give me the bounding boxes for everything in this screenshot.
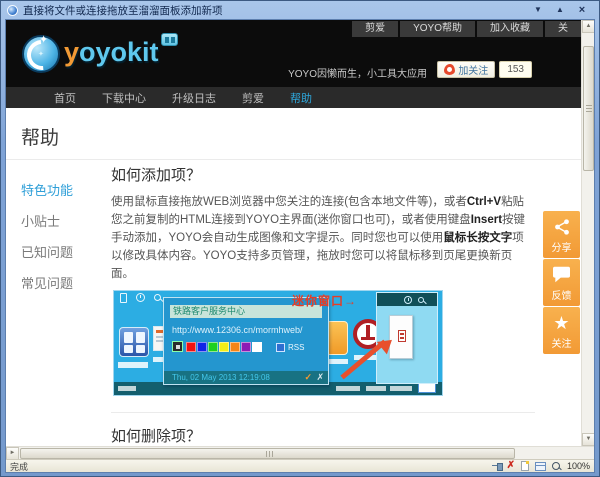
zoom-level[interactable]: 100%	[567, 461, 590, 471]
scroll-up-arrow[interactable]: ▲	[582, 20, 594, 33]
color-swatch	[219, 341, 229, 352]
app-screenshot-image: 铁路客户服务中心 http://www.12306.cn/mormhweb/ R…	[113, 290, 443, 396]
edit-item-dialog: 铁路客户服务中心 http://www.12306.cn/mormhweb/ R…	[163, 297, 329, 385]
sidebar-item-features[interactable]: 特色功能	[21, 180, 73, 199]
maximize-button[interactable]: ▲	[549, 3, 571, 17]
pin-icon[interactable]	[491, 462, 503, 471]
page-icon[interactable]	[520, 461, 529, 471]
tile-label-blur	[118, 362, 148, 368]
title-bar: 直接将文件或连接拖放至溜溜面板添加新项 ▼ ▲ ×	[1, 1, 599, 19]
rss-option: RSS	[276, 343, 304, 352]
floating-action-buttons: 分享 反馈 ★ 关注	[543, 211, 580, 355]
share-button[interactable]: 分享	[543, 211, 580, 258]
search-icon	[154, 294, 161, 301]
main-nav: 首页 下载中心 升级日志 剪爱 帮助	[6, 87, 581, 108]
share-icon	[553, 216, 571, 238]
section-paragraph-add: 使用鼠标直接拖放WEB浏览器中您关注的连接(包含本地文件等)，或者Ctrl+V粘…	[111, 196, 526, 280]
help-article: 如何添加项？ 使用鼠标直接拖放WEB浏览器中您关注的连接(包含本地文件等)，或者…	[111, 164, 535, 446]
close-button[interactable]: ×	[571, 3, 593, 17]
item-url-text: http://www.12306.cn/mormhweb/	[172, 325, 303, 335]
status-bar: 完成 ✗ 100%	[6, 459, 594, 472]
weibo-follow-button[interactable]: 加关注	[437, 61, 496, 78]
menu-item-add-favorite[interactable]: 加入收藏	[477, 21, 543, 37]
confirm-icon: ✓	[304, 372, 312, 382]
help-sidebar: 特色功能 小贴士 已知问题 常见问题	[21, 180, 73, 304]
logo-badge-icon	[160, 33, 178, 46]
custom-color-button	[172, 341, 183, 352]
moon-star-icon: ✦ ✦	[22, 34, 60, 73]
color-swatch	[230, 341, 240, 352]
dialog-footer: Thu, 02 May 2013 12:19:08 ✓ ✗	[164, 371, 328, 384]
app-toolbar-icons	[120, 293, 161, 303]
content-area: 帮助 特色功能 小贴士 已知问题 常见问题 如何添加项？ 使用鼠标直接拖放WEB…	[6, 108, 581, 446]
feedback-button[interactable]: 反馈	[543, 259, 580, 306]
orange-tile-icon	[326, 321, 348, 355]
page-title: 帮助	[21, 128, 60, 149]
site-header: 剪爱 YOYO帮助 加入收藏 关 ✦ ✦ yoyokit YOYO因懒而生，小工具…	[6, 20, 581, 87]
menu-item-clipped[interactable]: 关	[545, 21, 581, 37]
annotation-text: 迷你窗口→	[292, 294, 358, 308]
sidebar-item-tips[interactable]: 小贴士	[21, 211, 73, 230]
mini-window-header	[377, 293, 437, 306]
window-title: 直接将文件或连接拖放至溜溜面板添加新项	[23, 4, 223, 17]
color-swatch	[197, 341, 207, 352]
nav-item-jianai[interactable]: 剪爱	[242, 90, 264, 106]
yoyokit-logo[interactable]: ✦ ✦ yoyokit	[22, 33, 178, 73]
minimize-button[interactable]: ▼	[527, 3, 549, 17]
rss-icon	[276, 343, 285, 352]
sidebar-item-faq[interactable]: 常见问题	[21, 273, 73, 292]
zone-grid-icon[interactable]	[534, 461, 546, 471]
color-swatch-row	[172, 341, 262, 352]
color-swatch	[241, 341, 251, 352]
sidebar-item-known-issues[interactable]: 已知问题	[21, 242, 73, 261]
nav-item-home[interactable]: 首页	[54, 90, 76, 106]
web-page: 剪爱 YOYO帮助 加入收藏 关 ✦ ✦ yoyokit YOYO因懒而生，小工具…	[6, 20, 581, 446]
section-heading-add: 如何添加项？	[111, 167, 202, 184]
error-x-icon: ✗	[506, 460, 515, 471]
search-icon	[418, 296, 424, 303]
menu-item-yoyo-help[interactable]: YOYO帮助	[400, 21, 475, 37]
star-icon: ★	[553, 312, 570, 333]
app-window: 直接将文件或连接拖放至溜溜面板添加新项 ▼ ▲ × 剪爱 YOYO帮助 加入收藏…	[0, 0, 600, 477]
vertical-scroll-thumb[interactable]	[583, 46, 594, 171]
follow-button[interactable]: ★ 关注	[543, 307, 580, 354]
nav-item-changelog[interactable]: 升级日志	[172, 90, 216, 106]
clock-icon	[404, 295, 412, 304]
tile-label-blur	[326, 359, 348, 364]
device-icon	[120, 293, 127, 303]
nav-item-download[interactable]: 下载中心	[102, 90, 146, 106]
app-tile-icon	[119, 327, 149, 357]
divider	[6, 159, 581, 160]
logo-text: yoyokit	[64, 37, 159, 67]
zoom-icon[interactable]	[551, 461, 561, 471]
clock-icon	[136, 293, 145, 302]
horizontal-scrollbar[interactable]: ◄ ►	[6, 446, 594, 460]
feedback-icon	[552, 264, 571, 286]
vertical-scrollbar[interactable]: ▲ ▼	[581, 20, 594, 446]
weibo-icon	[444, 64, 456, 75]
frame-button	[418, 383, 436, 393]
status-text: 完成	[10, 461, 29, 472]
top-menu: 剪爱 YOYO帮助 加入收藏 关	[350, 21, 581, 37]
scroll-down-arrow[interactable]: ▼	[582, 433, 594, 446]
color-swatch	[186, 341, 196, 352]
color-swatch	[252, 341, 262, 352]
section-heading-delete: 如何删除项？	[111, 428, 202, 445]
divider	[111, 412, 535, 413]
menu-item-jianai[interactable]: 剪爱	[352, 21, 399, 37]
weibo-follower-count: 153	[499, 61, 532, 78]
site-tagline: YOYO因懒而生，小工具大应用	[288, 69, 427, 80]
nav-item-help[interactable]: 帮助	[290, 90, 312, 106]
horizontal-scroll-thumb[interactable]	[20, 448, 515, 459]
color-swatch	[208, 341, 218, 352]
cancel-icon: ✗	[316, 372, 324, 382]
window-app-icon	[7, 4, 18, 16]
timestamp-text: Thu, 02 May 2013 12:19:08	[172, 373, 270, 382]
browser-client-area: 剪爱 YOYO帮助 加入收藏 关 ✦ ✦ yoyokit YOYO因懒而生，小工具…	[5, 19, 595, 473]
weibo-widget: 加关注 153	[437, 61, 532, 78]
